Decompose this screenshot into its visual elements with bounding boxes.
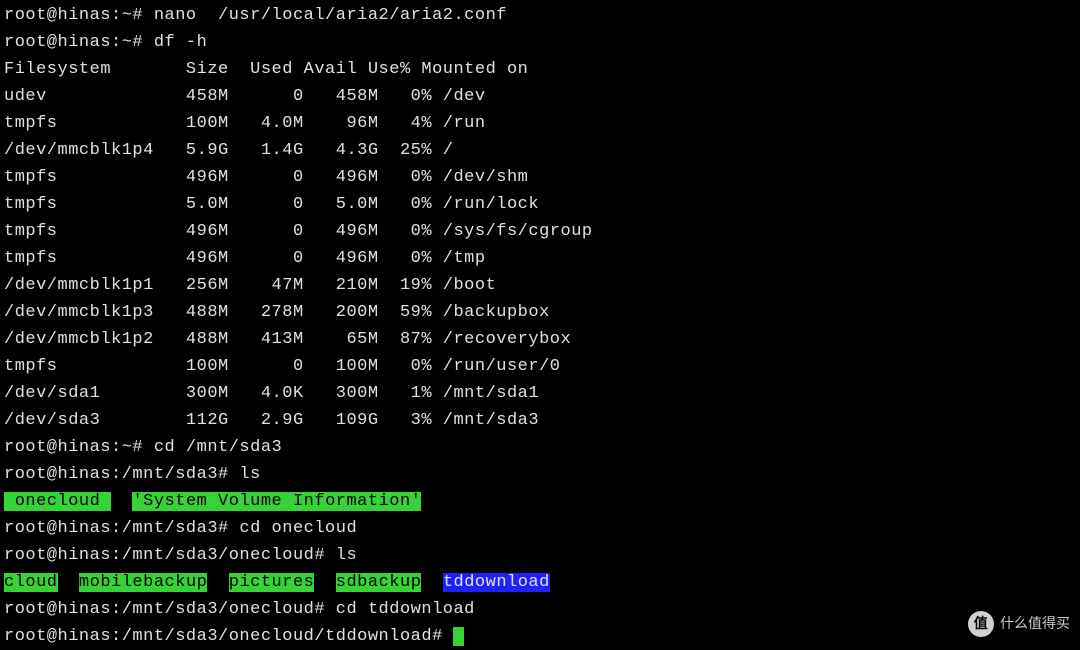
command-line: root@hinas:/mnt/sda3# ls xyxy=(4,461,1076,488)
df-row: udev 458M 0 458M 0% /dev xyxy=(4,83,1076,110)
ls-entry: sdbackup xyxy=(336,573,422,592)
df-row: tmpfs 5.0M 0 5.0M 0% /run/lock xyxy=(4,191,1076,218)
ls-entry: tddownload xyxy=(443,573,550,592)
ls-output: onecloud 'System Volume Information' xyxy=(4,488,1076,515)
ls-entry: cloud xyxy=(4,573,58,592)
ls-entry: 'System Volume Information' xyxy=(132,492,421,511)
ls-gap xyxy=(314,573,335,592)
cursor-icon xyxy=(453,627,464,646)
watermark-badge-icon: 值 xyxy=(968,611,994,637)
ls-entry: onecloud xyxy=(4,492,111,511)
df-row: tmpfs 100M 4.0M 96M 4% /run xyxy=(4,110,1076,137)
ls-gap xyxy=(111,492,132,511)
command-line: root@hinas:~# nano /usr/local/aria2/aria… xyxy=(4,2,1076,29)
df-row: /dev/mmcblk1p1 256M 47M 210M 19% /boot xyxy=(4,272,1076,299)
df-header: Filesystem Size Used Avail Use% Mounted … xyxy=(4,56,1076,83)
df-row: tmpfs 100M 0 100M 0% /run/user/0 xyxy=(4,353,1076,380)
ls-gap xyxy=(421,573,442,592)
df-row: tmpfs 496M 0 496M 0% /sys/fs/cgroup xyxy=(4,218,1076,245)
prompt-text: root@hinas:/mnt/sda3/onecloud# cd tddown… xyxy=(4,600,475,619)
ls-entry: mobilebackup xyxy=(79,573,207,592)
command-line: root@hinas:/mnt/sda3/onecloud# ls xyxy=(4,542,1076,569)
df-row: /dev/mmcblk1p2 488M 413M 65M 87% /recove… xyxy=(4,326,1076,353)
df-row: tmpfs 496M 0 496M 0% /dev/shm xyxy=(4,164,1076,191)
watermark-text: 什么值得买 xyxy=(1000,610,1070,637)
command-line: root@hinas:/mnt/sda3/onecloud# cd tddown… xyxy=(4,596,1076,623)
terminal-output[interactable]: root@hinas:~# nano /usr/local/aria2/aria… xyxy=(4,2,1076,650)
watermark: 值 什么值得买 xyxy=(968,610,1070,637)
prompt-text: root@hinas:/mnt/sda3/onecloud/tddownload… xyxy=(4,627,453,646)
df-row: /dev/sda1 300M 4.0K 300M 1% /mnt/sda1 xyxy=(4,380,1076,407)
df-row: /dev/sda3 112G 2.9G 109G 3% /mnt/sda3 xyxy=(4,407,1076,434)
df-row: /dev/mmcblk1p3 488M 278M 200M 59% /backu… xyxy=(4,299,1076,326)
command-line: root@hinas:/mnt/sda3/onecloud/tddownload… xyxy=(4,623,1076,650)
command-line: root@hinas:~# cd /mnt/sda3 xyxy=(4,434,1076,461)
command-line: root@hinas:/mnt/sda3# cd onecloud xyxy=(4,515,1076,542)
ls-output: cloud mobilebackup pictures sdbackup tdd… xyxy=(4,569,1076,596)
ls-gap xyxy=(58,573,79,592)
df-row: tmpfs 496M 0 496M 0% /tmp xyxy=(4,245,1076,272)
ls-gap xyxy=(207,573,228,592)
ls-entry: pictures xyxy=(229,573,315,592)
command-line: root@hinas:~# df -h xyxy=(4,29,1076,56)
df-row: /dev/mmcblk1p4 5.9G 1.4G 4.3G 25% / xyxy=(4,137,1076,164)
